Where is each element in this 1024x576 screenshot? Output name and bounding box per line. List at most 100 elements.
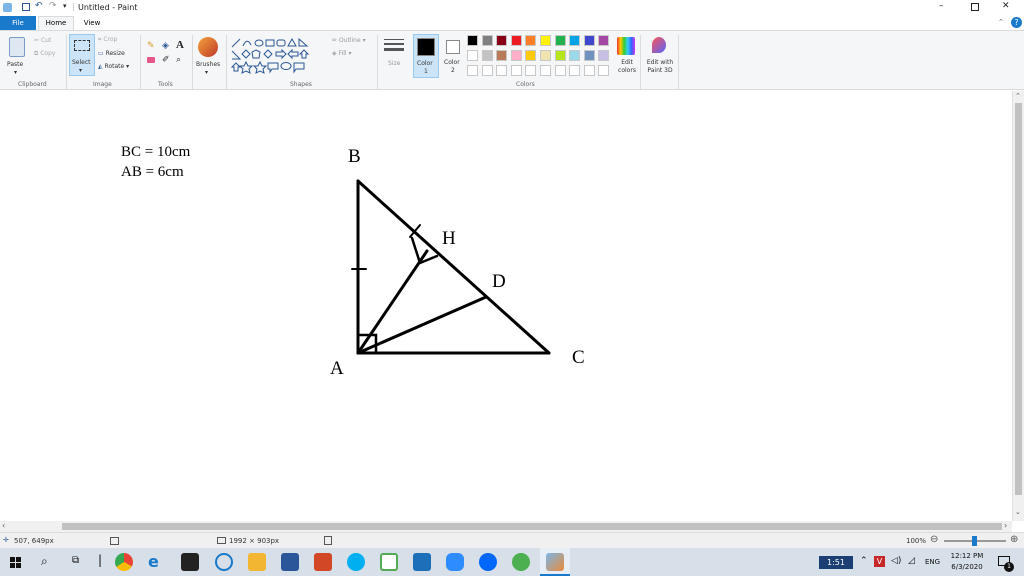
outline-button[interactable]: ✏ Outline ▾ xyxy=(332,37,366,44)
palette-swatch[interactable] xyxy=(583,50,595,61)
edge-icon[interactable]: e xyxy=(148,553,166,571)
crop-button[interactable]: ⌗ Crop xyxy=(98,36,117,44)
magnifier-icon[interactable]: ⌕ xyxy=(176,55,181,65)
store-icon[interactable] xyxy=(181,553,199,571)
palette-swatch[interactable] xyxy=(598,50,610,61)
undo-icon[interactable]: ↶ xyxy=(35,1,43,11)
palette-swatch[interactable] xyxy=(525,50,537,61)
zoom-in-button[interactable]: ⊕ xyxy=(1010,534,1018,545)
collapse-ribbon-icon[interactable]: ⌃ xyxy=(998,18,1004,26)
clock-date[interactable]: 6/3/2020 xyxy=(950,563,984,571)
palette-swatch[interactable] xyxy=(540,35,551,46)
palette-swatch[interactable] xyxy=(569,50,581,61)
close-button[interactable]: ✕ xyxy=(1002,1,1010,11)
palette-swatch[interactable] xyxy=(496,50,508,61)
minimize-button[interactable]: – xyxy=(939,1,944,11)
horizontal-scroll-thumb[interactable] xyxy=(62,523,1002,530)
paste-button[interactable]: Paste ▾ xyxy=(6,35,28,76)
paint-taskbar-button[interactable] xyxy=(540,548,570,576)
text-tool-icon[interactable]: A xyxy=(176,39,184,51)
palette-swatch[interactable] xyxy=(510,35,522,46)
custom-color-slot[interactable] xyxy=(598,65,610,76)
custom-color-slot[interactable] xyxy=(467,65,478,76)
edit-with-paint3d-button[interactable]: Edit with Paint 3D xyxy=(644,35,676,79)
horizontal-scrollbar[interactable]: ‹ › xyxy=(0,521,1012,532)
zoom-app-icon[interactable] xyxy=(446,553,464,571)
select-button[interactable]: Select ▾ xyxy=(69,34,95,76)
drawing-canvas[interactable]: BC = 10cm AB = 6cm B H D A C xyxy=(0,91,1012,521)
vertical-scrollbar[interactable]: ⌃ ⌄ xyxy=(1012,91,1024,521)
word-icon[interactable] xyxy=(281,553,299,571)
resize-button[interactable]: ▭ Resize xyxy=(98,50,125,57)
fill-bucket-icon[interactable]: ◈ xyxy=(162,41,169,51)
vertical-scroll-thumb[interactable] xyxy=(1015,103,1022,495)
redo-icon[interactable]: ↷ xyxy=(49,1,57,11)
file-explorer-icon[interactable] xyxy=(248,553,266,571)
snipping-icon[interactable] xyxy=(215,553,233,571)
geogebra-icon[interactable] xyxy=(413,553,431,571)
color1-button[interactable]: Color 1 xyxy=(413,34,439,78)
palette-swatch[interactable] xyxy=(481,50,493,61)
palette-swatch[interactable] xyxy=(583,35,595,46)
tab-file[interactable]: File xyxy=(0,16,36,30)
volume-icon[interactable]: ◁) xyxy=(891,556,901,566)
scroll-up-icon[interactable]: ⌃ xyxy=(1015,92,1021,100)
size-button[interactable]: Size xyxy=(382,35,406,77)
palette-swatch[interactable] xyxy=(467,35,478,46)
custom-color-slot[interactable] xyxy=(569,65,581,76)
zoom-out-button[interactable]: ⊖ xyxy=(930,534,938,545)
chrome-icon[interactable] xyxy=(115,553,133,571)
custom-color-slot[interactable] xyxy=(583,65,595,76)
brushes-button[interactable]: Brushes ▾ xyxy=(196,35,220,77)
search-icon[interactable]: ⌕ xyxy=(41,554,48,569)
tab-view[interactable]: View xyxy=(80,16,104,30)
windows-start-icon[interactable] xyxy=(10,557,21,568)
palette-swatch[interactable] xyxy=(496,35,508,46)
custom-color-slot[interactable] xyxy=(481,65,493,76)
skype-icon[interactable] xyxy=(347,553,365,571)
palette-swatch[interactable] xyxy=(598,35,610,46)
edit-colors-button[interactable]: Edit colors xyxy=(615,35,637,79)
zalo-icon[interactable] xyxy=(479,553,497,571)
pencil-icon[interactable]: ✎ xyxy=(147,41,155,51)
palette-swatch[interactable] xyxy=(467,50,478,61)
help-icon[interactable]: ? xyxy=(1011,17,1022,28)
language-indicator[interactable]: ENG xyxy=(925,558,940,566)
powerpoint-icon[interactable] xyxy=(314,553,332,571)
custom-color-slot[interactable] xyxy=(496,65,508,76)
coccoc-browser-icon[interactable] xyxy=(512,553,530,571)
scroll-left-icon[interactable]: ‹ xyxy=(2,521,5,530)
zoom-slider-thumb[interactable] xyxy=(972,536,977,546)
scroll-right-icon[interactable]: › xyxy=(1004,521,1007,530)
palette-swatch[interactable] xyxy=(540,50,551,61)
time-badge[interactable]: 1:51 xyxy=(819,556,853,569)
palette-swatch[interactable] xyxy=(481,35,493,46)
eraser-icon[interactable] xyxy=(147,57,155,63)
maximize-button[interactable] xyxy=(971,3,979,11)
image-viewer-icon[interactable] xyxy=(380,553,398,571)
wifi-icon[interactable]: ◿ xyxy=(908,556,915,566)
fill-button[interactable]: ◈ Fill ▾ xyxy=(332,50,351,57)
clock-time[interactable]: 12:12 PM xyxy=(950,552,984,560)
palette-swatch[interactable] xyxy=(569,35,581,46)
show-hidden-icons-icon[interactable]: ⌃ xyxy=(860,556,868,566)
palette-swatch[interactable] xyxy=(525,35,537,46)
copy-button[interactable]: ⧉ Copy xyxy=(34,50,55,58)
custom-color-slot[interactable] xyxy=(554,65,566,76)
scroll-down-icon[interactable]: ⌄ xyxy=(1015,508,1021,516)
custom-color-slot[interactable] xyxy=(510,65,522,76)
palette-swatch[interactable] xyxy=(554,35,566,46)
color-picker-icon[interactable]: ✐ xyxy=(162,55,170,65)
custom-color-slot[interactable] xyxy=(540,65,551,76)
palette-swatch[interactable] xyxy=(554,50,566,61)
shapes-gallery[interactable] xyxy=(230,37,328,75)
tab-home[interactable]: Home xyxy=(38,16,74,30)
antivirus-icon[interactable]: V xyxy=(874,556,885,567)
custom-color-slot[interactable] xyxy=(525,65,537,76)
save-icon[interactable] xyxy=(22,3,30,11)
task-view-icon[interactable]: ⧉ xyxy=(72,555,79,566)
palette-swatch[interactable] xyxy=(510,50,522,61)
color2-button[interactable]: Color 2 xyxy=(442,34,466,78)
rotate-button[interactable]: ◭ Rotate ▾ xyxy=(98,63,129,70)
quick-access-dropdown-icon[interactable]: ▾ xyxy=(63,2,67,10)
